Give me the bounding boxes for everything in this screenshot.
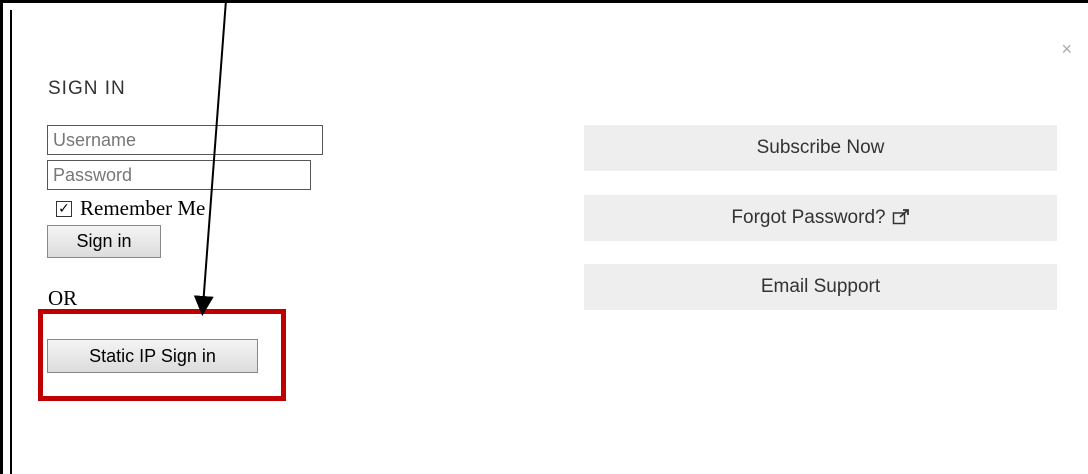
forgot-password-button[interactable]: Forgot Password? xyxy=(584,195,1057,241)
external-link-icon xyxy=(892,209,909,225)
email-support-label: Email Support xyxy=(760,276,881,297)
subscribe-now-label: Subscribe Now xyxy=(756,137,885,158)
close-icon[interactable]: × xyxy=(1061,40,1072,58)
password-input[interactable] xyxy=(47,160,311,190)
username-input[interactable] xyxy=(47,125,323,155)
email-support-button[interactable]: Email Support xyxy=(584,264,1057,310)
remember-me-checkbox[interactable]: ✓ xyxy=(56,200,72,217)
or-separator: OR xyxy=(48,286,78,310)
sign-in-title: SIGN IN xyxy=(48,78,126,99)
remember-me-label: Remember Me xyxy=(80,196,206,220)
dialog-border-line xyxy=(10,10,12,474)
subscribe-now-button[interactable]: Subscribe Now xyxy=(584,125,1057,171)
forgot-password-label: Forgot Password? xyxy=(731,207,886,228)
remember-me-row[interactable]: ✓ Remember Me xyxy=(56,196,205,221)
static-ip-sign-in-button[interactable]: Static IP Sign in xyxy=(47,339,258,373)
sign-in-button[interactable]: Sign in xyxy=(47,225,161,258)
checkmark-icon: ✓ xyxy=(58,200,70,217)
